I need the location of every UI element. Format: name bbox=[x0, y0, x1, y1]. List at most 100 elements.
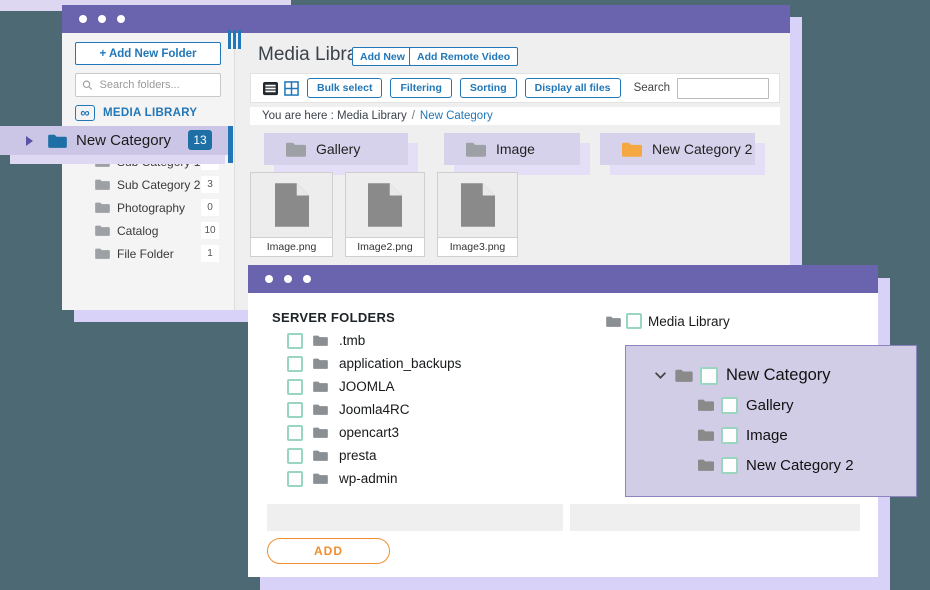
server-folder-row-joomla4rc[interactable]: Joomla4RC bbox=[287, 398, 461, 421]
server-folder-row-application-backups[interactable]: application_backups bbox=[287, 352, 461, 375]
folder-card-label: Image bbox=[496, 141, 535, 157]
media-search-input[interactable] bbox=[677, 78, 769, 99]
sidebar-item-new-category-active[interactable]: New Category 13 bbox=[0, 126, 233, 155]
filtering-button[interactable]: Filtering bbox=[390, 78, 451, 98]
folder-icon bbox=[698, 399, 714, 411]
toolbar: Bulk select Filtering Sorting Display al… bbox=[250, 73, 780, 103]
add-new-button[interactable]: Add New bbox=[352, 47, 413, 66]
breadcrumb-path: You are here : Media Library bbox=[262, 110, 407, 122]
tree-item-image[interactable]: Image bbox=[698, 423, 788, 447]
window-control-dot bbox=[98, 15, 106, 23]
tree-checkbox[interactable] bbox=[700, 367, 718, 385]
file-name: Image2.png bbox=[346, 237, 424, 256]
tree-root-checkbox[interactable] bbox=[626, 313, 642, 329]
add-remote-video-button[interactable]: Add Remote Video bbox=[409, 47, 518, 66]
search-icon bbox=[82, 79, 93, 91]
folder-icon bbox=[95, 248, 110, 259]
mockup-canvas: + Add New Folder ∞ MEDIA LIBRARY Sub Cat… bbox=[0, 0, 930, 590]
expand-caret-icon[interactable] bbox=[26, 136, 33, 146]
server-folder-label: application_backups bbox=[339, 356, 461, 371]
folder-count-badge: 0 bbox=[201, 199, 219, 216]
server-folder-label: presta bbox=[339, 448, 377, 463]
server-folder-row-wp-admin[interactable]: wp-admin bbox=[287, 467, 461, 490]
folder-icon bbox=[313, 404, 328, 415]
folder-icon bbox=[95, 179, 110, 190]
folder-icon bbox=[313, 427, 328, 438]
breadcrumb-current-link[interactable]: New Category bbox=[420, 110, 493, 122]
folder-card-label: New Category 2 bbox=[652, 141, 752, 157]
tree-item-new-category[interactable]: New Category bbox=[646, 362, 831, 389]
folder-checkbox[interactable] bbox=[287, 379, 303, 395]
server-folder-row-tmb[interactable]: .tmb bbox=[287, 329, 461, 352]
tree-item-label: New Category bbox=[726, 366, 831, 385]
folder-icon bbox=[698, 429, 714, 441]
folder-label: Sub Category 2 bbox=[117, 178, 200, 192]
list-view-icon[interactable] bbox=[263, 81, 278, 96]
chevron-down-icon[interactable] bbox=[655, 372, 666, 379]
tree-item-new-category-2[interactable]: New Category 2 bbox=[698, 453, 854, 477]
file-card[interactable]: Image3.png bbox=[437, 172, 518, 257]
sidebar-item-media-library[interactable]: ∞ MEDIA LIBRARY bbox=[75, 105, 197, 121]
server-folder-label: Joomla4RC bbox=[339, 402, 410, 417]
sidebar-item-catalog[interactable]: Catalog 10 bbox=[62, 219, 235, 242]
add-button[interactable]: ADD bbox=[267, 538, 390, 564]
server-folder-row-opencart3[interactable]: opencart3 bbox=[287, 421, 461, 444]
folder-icon bbox=[466, 142, 486, 157]
tree-root-media-library[interactable]: Media Library bbox=[606, 313, 730, 329]
sorting-button[interactable]: Sorting bbox=[460, 78, 517, 98]
grid-view-icon[interactable] bbox=[284, 81, 299, 96]
folder-card-image[interactable]: Image bbox=[444, 133, 580, 165]
input-bar-right[interactable] bbox=[570, 504, 860, 531]
folder-label: Photography bbox=[117, 201, 185, 215]
sidebar-item-photography[interactable]: Photography 0 bbox=[62, 196, 235, 219]
folder-checkbox[interactable] bbox=[287, 333, 303, 349]
tree-checkbox[interactable] bbox=[721, 397, 738, 414]
folder-checkbox[interactable] bbox=[287, 425, 303, 441]
display-all-files-button[interactable]: Display all files bbox=[525, 78, 621, 98]
input-bar-left[interactable] bbox=[267, 504, 563, 531]
breadcrumb: You are here : Media Library / New Categ… bbox=[250, 107, 780, 125]
sidebar-item-sub-category-2[interactable]: Sub Category 2 3 bbox=[62, 173, 235, 196]
server-folder-label: opencart3 bbox=[339, 425, 399, 440]
folder-icon bbox=[48, 134, 67, 148]
folder-icon bbox=[95, 202, 110, 213]
folder-checkbox[interactable] bbox=[287, 471, 303, 487]
folder-count-badge: 1 bbox=[201, 245, 219, 262]
window-titlebar bbox=[62, 5, 790, 33]
file-thumbnail bbox=[346, 173, 424, 237]
active-row-offset-shadow bbox=[10, 155, 225, 164]
window-control-dot bbox=[79, 15, 87, 23]
sidebar-item-file-folder[interactable]: File Folder 1 bbox=[62, 242, 235, 265]
file-name: Image.png bbox=[251, 237, 332, 256]
server-folder-row-presta[interactable]: presta bbox=[287, 444, 461, 467]
folder-icon bbox=[313, 358, 328, 369]
window-control-dot bbox=[303, 275, 311, 283]
folder-icon bbox=[698, 459, 714, 471]
bulk-select-button[interactable]: Bulk select bbox=[307, 78, 382, 98]
tree-item-label: Gallery bbox=[746, 397, 794, 414]
file-card[interactable]: Image.png bbox=[250, 172, 333, 257]
file-thumbnail bbox=[251, 173, 332, 237]
folder-count-badge: 3 bbox=[201, 176, 219, 193]
server-folder-row-joomla[interactable]: JOOMLA bbox=[287, 375, 461, 398]
tree-checkbox[interactable] bbox=[721, 427, 738, 444]
file-name: Image3.png bbox=[438, 237, 517, 256]
tree-item-gallery[interactable]: Gallery bbox=[698, 393, 794, 417]
add-new-folder-button[interactable]: + Add New Folder bbox=[75, 42, 221, 65]
document-icon bbox=[275, 183, 309, 227]
folder-label: File Folder bbox=[117, 247, 174, 261]
media-library-label: MEDIA LIBRARY bbox=[103, 107, 197, 119]
folder-card-new-category-2[interactable]: New Category 2 bbox=[600, 133, 755, 165]
folder-search-input[interactable] bbox=[98, 78, 214, 92]
sidebar-resize-handle[interactable] bbox=[228, 30, 241, 49]
active-folder-count-badge: 13 bbox=[188, 130, 212, 150]
folder-checkbox[interactable] bbox=[287, 356, 303, 372]
media-library-logo-icon: ∞ bbox=[75, 105, 95, 121]
folder-checkbox[interactable] bbox=[287, 402, 303, 418]
server-folders-list: .tmb application_backups JOOMLA Joomla4R… bbox=[287, 329, 461, 490]
folder-checkbox[interactable] bbox=[287, 448, 303, 464]
file-card[interactable]: Image2.png bbox=[345, 172, 425, 257]
folder-card-gallery[interactable]: Gallery bbox=[264, 133, 408, 165]
folder-search-box[interactable] bbox=[75, 73, 221, 97]
tree-checkbox[interactable] bbox=[721, 457, 738, 474]
